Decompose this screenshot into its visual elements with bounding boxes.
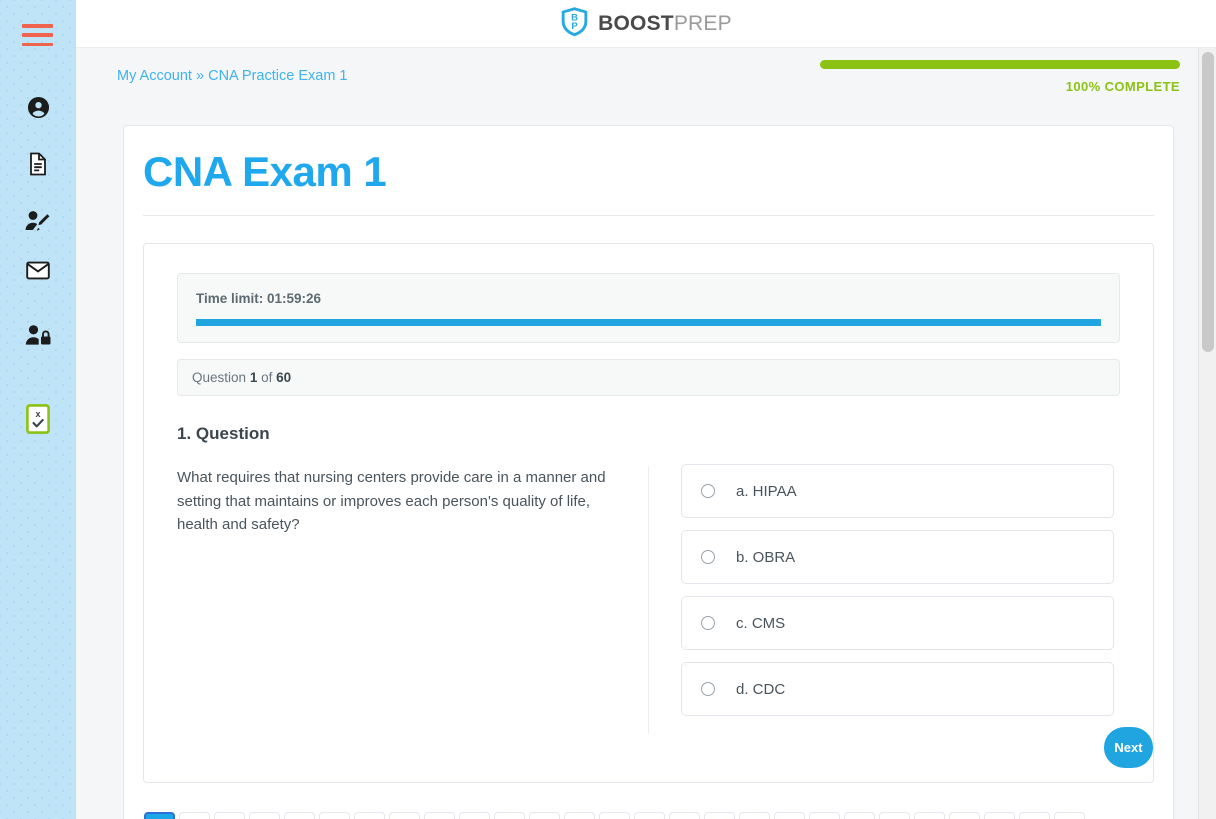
- sidebar-item-messages[interactable]: [0, 257, 76, 283]
- pagination-item-11[interactable]: 11: [494, 812, 525, 819]
- radio-button-d[interactable]: [701, 682, 715, 696]
- sidebar: x: [0, 0, 76, 819]
- sidebar-item-account[interactable]: [0, 93, 76, 121]
- envelope-icon: [26, 261, 50, 280]
- sidebar-item-quizzes[interactable]: x: [0, 403, 76, 435]
- answer-label-a: a. HIPAA: [736, 482, 797, 500]
- pagination-item-23[interactable]: 23: [914, 812, 945, 819]
- answer-option-b[interactable]: b. OBRA: [681, 530, 1114, 584]
- next-button[interactable]: Next: [1104, 727, 1153, 768]
- pagination-item-25[interactable]: 25: [984, 812, 1015, 819]
- hamburger-bar-3: [22, 42, 53, 46]
- quiz-panel: Time limit: 01:59:26 Question 1 of 60 1.…: [143, 243, 1154, 819]
- radio-button-c[interactable]: [701, 616, 715, 630]
- answer-options: a. HIPAA b. OBRA c. CMS d. CDC: [681, 464, 1114, 716]
- question-counter-total: 60: [276, 370, 292, 385]
- answer-label-d: d. CDC: [736, 680, 786, 698]
- page-scrollbar-thumb[interactable]: [1202, 52, 1214, 352]
- pagination-item-16[interactable]: 16: [669, 812, 700, 819]
- pagination-item-26[interactable]: 26: [1019, 812, 1050, 819]
- page-title: CNA Exam 1: [143, 148, 387, 195]
- pagination-item-2[interactable]: 2: [179, 812, 210, 819]
- pagination-item-10[interactable]: 10: [459, 812, 490, 819]
- answer-option-d[interactable]: d. CDC: [681, 662, 1114, 716]
- user-circle-icon: [27, 96, 50, 119]
- radio-button-a[interactable]: [701, 484, 715, 498]
- pagination-item-3[interactable]: 3: [214, 812, 245, 819]
- breadcrumb-separator: »: [195, 68, 205, 84]
- answer-label-c: c. CMS: [736, 614, 786, 632]
- pagination-item-9[interactable]: 9: [424, 812, 455, 819]
- shield-bp-icon: B P: [560, 6, 589, 42]
- time-limit-label: Time limit: 01:59:26: [196, 291, 322, 306]
- hamburger-menu-icon[interactable]: [22, 24, 53, 46]
- radio-button-b[interactable]: [701, 550, 715, 564]
- pagination-item-5[interactable]: 5: [284, 812, 315, 819]
- logo-text-boost: BOOST: [598, 11, 674, 35]
- sidebar-item-documents[interactable]: [0, 150, 76, 178]
- quiz-checklist-icon: x: [26, 404, 50, 434]
- progress-label: 100% COMPLETE: [1065, 79, 1180, 94]
- pagination-item-22[interactable]: 22: [879, 812, 910, 819]
- pagination-item-13[interactable]: 13: [564, 812, 595, 819]
- title-divider: [143, 215, 1154, 216]
- question-counter-middle: of: [261, 370, 273, 385]
- progress-bar-fill: [820, 60, 1180, 69]
- logo-text-prep: PREP: [673, 11, 732, 35]
- time-limit-bar: [196, 319, 1101, 326]
- answer-label-b: b. OBRA: [736, 548, 796, 566]
- hamburger-bar-2: [22, 33, 53, 37]
- answer-option-c[interactable]: c. CMS: [681, 596, 1114, 650]
- pagination-item-21[interactable]: 21: [844, 812, 875, 819]
- pagination-item-20[interactable]: 20: [809, 812, 840, 819]
- pagination-item-8[interactable]: 8: [389, 812, 420, 819]
- page-content: My Account » CNA Practice Exam 1 100% CO…: [76, 48, 1198, 819]
- time-limit-bar-fill: [196, 319, 1101, 326]
- pagination-item-19[interactable]: 19: [774, 812, 805, 819]
- question-heading-label: Question: [195, 424, 270, 443]
- question-pagination: 1234567891011121314151617181920212223242…: [144, 812, 1153, 819]
- question-heading: 1. Question: [177, 424, 1120, 444]
- pagination-item-27[interactable]: 27: [1054, 812, 1085, 819]
- boostprep-logo[interactable]: B P BOOSTPREP: [560, 6, 732, 42]
- svg-text:P: P: [571, 21, 578, 32]
- time-limit-box: Time limit: 01:59:26: [177, 273, 1120, 343]
- question-counter-prefix: Question: [192, 370, 247, 385]
- pagination-item-17[interactable]: 17: [704, 812, 735, 819]
- pagination-item-18[interactable]: 18: [739, 812, 770, 819]
- page-scrollbar-track[interactable]: [1198, 48, 1216, 819]
- svg-text:x: x: [35, 409, 40, 419]
- sidebar-item-user-privacy[interactable]: [0, 321, 76, 349]
- logo-wordmark: BOOSTPREP: [598, 12, 732, 36]
- question-text: What requires that nursing centers provi…: [177, 469, 606, 534]
- exam-card: CNA Exam 1 Time limit: 01:59:26 Question…: [123, 125, 1174, 819]
- file-document-icon: [28, 152, 48, 176]
- pagination-item-7[interactable]: 7: [354, 812, 385, 819]
- breadcrumb: My Account » CNA Practice Exam 1: [117, 68, 348, 84]
- user-edit-icon: [25, 210, 51, 232]
- answer-option-a[interactable]: a. HIPAA: [681, 464, 1114, 518]
- pagination-item-4[interactable]: 4: [249, 812, 280, 819]
- breadcrumb-link-current[interactable]: CNA Practice Exam 1: [208, 68, 347, 84]
- top-header-bar: B P BOOSTPREP: [76, 0, 1216, 48]
- user-lock-icon: [25, 324, 52, 347]
- pagination-item-24[interactable]: 24: [949, 812, 980, 819]
- sidebar-item-profile-edit[interactable]: [0, 207, 76, 235]
- question-heading-number: 1.: [177, 424, 192, 443]
- pagination-item-6[interactable]: 6: [319, 812, 350, 819]
- pagination-item-1[interactable]: 1: [144, 812, 175, 819]
- question-counter-current: 1: [249, 370, 258, 385]
- question-counter: Question 1 of 60: [177, 359, 1120, 396]
- question-body: What requires that nursing centers provi…: [177, 464, 1120, 734]
- breadcrumb-link-my-account[interactable]: My Account: [117, 68, 192, 84]
- course-progress: 100% COMPLETE: [820, 60, 1180, 94]
- pagination-item-15[interactable]: 15: [634, 812, 665, 819]
- pagination-item-12[interactable]: 12: [529, 812, 560, 819]
- hamburger-bar-1: [22, 24, 53, 28]
- pagination-item-14[interactable]: 14: [599, 812, 630, 819]
- question-answers-divider: [648, 466, 649, 734]
